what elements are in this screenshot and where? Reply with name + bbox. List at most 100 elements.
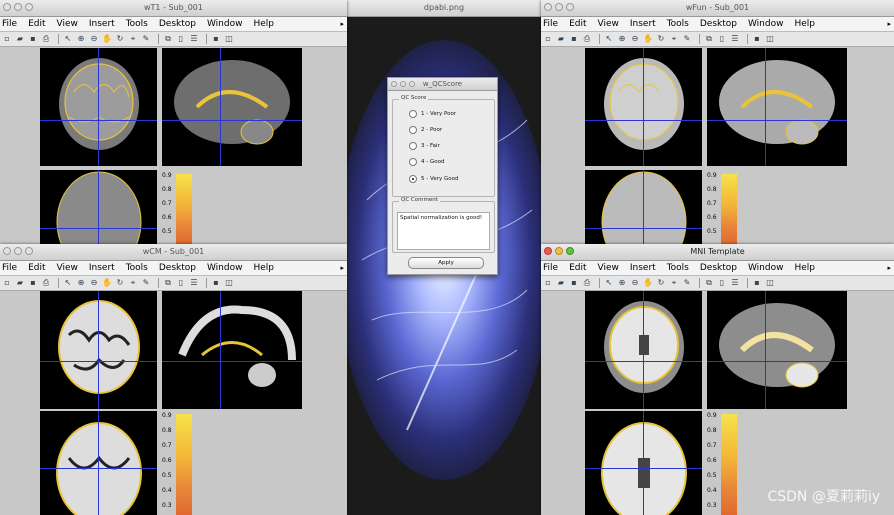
rotate-icon[interactable]: ↻ xyxy=(115,34,125,44)
legend-icon[interactable]: ☰ xyxy=(189,278,199,288)
menu-insert[interactable]: Insert xyxy=(89,19,115,29)
pan-icon[interactable]: ✋ xyxy=(643,278,653,288)
wcm-sagittal-view[interactable] xyxy=(162,291,302,409)
zoom-out-icon[interactable]: ⊖ xyxy=(89,34,99,44)
menu-tools[interactable]: Tools xyxy=(667,19,689,29)
radio-option-4[interactable]: 4 - Good xyxy=(409,158,444,166)
wcm-axial-view[interactable] xyxy=(40,411,157,515)
menu-tools[interactable]: Tools xyxy=(667,263,689,273)
radio-button[interactable] xyxy=(409,142,417,150)
save-icon[interactable]: ▪ xyxy=(569,34,579,44)
zoom-icon[interactable] xyxy=(566,247,574,255)
open-icon[interactable]: ▰ xyxy=(556,278,566,288)
new-icon[interactable]: ▫ xyxy=(2,278,12,288)
new-icon[interactable]: ▫ xyxy=(543,278,553,288)
menu-desktop[interactable]: Desktop xyxy=(700,263,737,273)
colorbar-icon[interactable]: ▯ xyxy=(717,278,727,288)
datacursor-icon[interactable]: ⌖ xyxy=(128,34,138,44)
save-icon[interactable]: ▪ xyxy=(569,278,579,288)
zoom-in-icon[interactable]: ⊕ xyxy=(76,34,86,44)
legend-icon[interactable]: ☰ xyxy=(189,34,199,44)
menu-edit[interactable]: Edit xyxy=(28,19,45,29)
open-icon[interactable]: ▰ xyxy=(556,34,566,44)
radio-button-selected[interactable] xyxy=(409,175,417,183)
menu-window[interactable]: Window xyxy=(207,263,243,273)
wcm-coronal-view[interactable] xyxy=(40,291,157,409)
minimize-icon[interactable] xyxy=(555,247,563,255)
new-icon[interactable]: ▫ xyxy=(2,34,12,44)
dock-icon[interactable]: ◫ xyxy=(224,278,234,288)
hide-tools-icon[interactable]: ▪ xyxy=(752,34,762,44)
menu-help[interactable]: Help xyxy=(253,263,274,273)
menu-insert[interactable]: Insert xyxy=(89,263,115,273)
hide-tools-icon[interactable]: ▪ xyxy=(211,278,221,288)
menu-edit[interactable]: Edit xyxy=(569,19,586,29)
minimize-icon[interactable] xyxy=(555,3,563,11)
menu-overflow-icon[interactable]: ▸ xyxy=(887,264,891,272)
wt1-coronal-view[interactable] xyxy=(40,48,157,166)
menu-desktop[interactable]: Desktop xyxy=(159,263,196,273)
rotate-icon[interactable]: ↻ xyxy=(656,34,666,44)
close-icon[interactable] xyxy=(544,247,552,255)
minimize-icon[interactable] xyxy=(14,247,22,255)
datacursor-icon[interactable]: ⌖ xyxy=(128,278,138,288)
menu-desktop[interactable]: Desktop xyxy=(159,19,196,29)
menu-file[interactable]: File xyxy=(2,19,17,29)
colorbar-icon[interactable]: ▯ xyxy=(176,278,186,288)
datacursor-icon[interactable]: ⌖ xyxy=(669,278,679,288)
radio-button[interactable] xyxy=(409,126,417,134)
pan-icon[interactable]: ✋ xyxy=(643,34,653,44)
menu-insert[interactable]: Insert xyxy=(630,19,656,29)
wt1-sagittal-view[interactable] xyxy=(162,48,302,166)
menu-insert[interactable]: Insert xyxy=(630,263,656,273)
mni-axial-view[interactable] xyxy=(585,411,702,515)
menu-desktop[interactable]: Desktop xyxy=(700,19,737,29)
zoom-icon[interactable] xyxy=(25,247,33,255)
pointer-icon[interactable]: ↖ xyxy=(63,278,73,288)
link-icon[interactable]: ⧉ xyxy=(163,34,173,44)
legend-icon[interactable]: ☰ xyxy=(730,278,740,288)
pan-icon[interactable]: ✋ xyxy=(102,34,112,44)
menu-overflow-icon[interactable]: ▸ xyxy=(887,20,891,28)
pointer-icon[interactable]: ↖ xyxy=(604,34,614,44)
close-icon[interactable] xyxy=(391,81,397,87)
menu-file[interactable]: File xyxy=(543,263,558,273)
save-icon[interactable]: ▪ xyxy=(28,34,38,44)
dock-icon[interactable]: ◫ xyxy=(224,34,234,44)
minimize-icon[interactable] xyxy=(14,3,22,11)
menu-view[interactable]: View xyxy=(57,19,78,29)
pointer-icon[interactable]: ↖ xyxy=(604,278,614,288)
zoom-out-icon[interactable]: ⊖ xyxy=(89,278,99,288)
link-icon[interactable]: ⧉ xyxy=(704,278,714,288)
pointer-icon[interactable]: ↖ xyxy=(63,34,73,44)
brush-icon[interactable]: ✎ xyxy=(141,34,151,44)
menu-help[interactable]: Help xyxy=(794,19,815,29)
zoom-icon[interactable] xyxy=(25,3,33,11)
brush-icon[interactable]: ✎ xyxy=(682,34,692,44)
menu-view[interactable]: View xyxy=(598,263,619,273)
colorbar-icon[interactable]: ▯ xyxy=(717,34,727,44)
wfun-sagittal-view[interactable] xyxy=(707,48,847,166)
menu-help[interactable]: Help xyxy=(253,19,274,29)
menu-file[interactable]: File xyxy=(2,263,17,273)
print-icon[interactable]: ⎙ xyxy=(41,34,51,44)
open-icon[interactable]: ▰ xyxy=(15,278,25,288)
menu-window[interactable]: Window xyxy=(207,19,243,29)
menu-edit[interactable]: Edit xyxy=(28,263,45,273)
radio-option-1[interactable]: 1 - Very Poor xyxy=(409,110,456,118)
hide-tools-icon[interactable]: ▪ xyxy=(752,278,762,288)
zoom-out-icon[interactable]: ⊖ xyxy=(630,34,640,44)
menu-file[interactable]: File xyxy=(543,19,558,29)
print-icon[interactable]: ⎙ xyxy=(41,278,51,288)
radio-button[interactable] xyxy=(409,110,417,118)
rotate-icon[interactable]: ↻ xyxy=(656,278,666,288)
zoom-in-icon[interactable]: ⊕ xyxy=(617,278,627,288)
minimize-icon[interactable] xyxy=(400,81,406,87)
menu-overflow-icon[interactable]: ▸ xyxy=(340,264,344,272)
print-icon[interactable]: ⎙ xyxy=(582,34,592,44)
close-icon[interactable] xyxy=(544,3,552,11)
apply-button[interactable]: Apply xyxy=(408,257,484,269)
radio-option-3[interactable]: 3 - Fair xyxy=(409,142,440,150)
qc-comment-textarea[interactable]: Spatial normalization is good! xyxy=(397,212,490,250)
close-icon[interactable] xyxy=(3,247,11,255)
